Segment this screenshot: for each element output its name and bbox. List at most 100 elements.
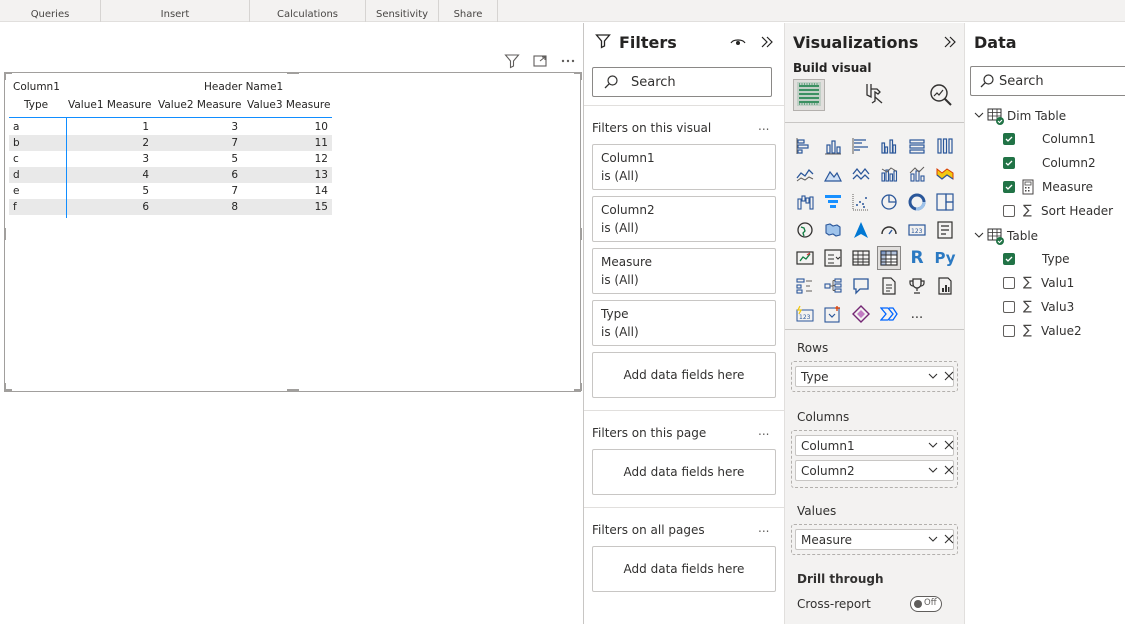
chevron-down-icon[interactable]: [973, 109, 985, 124]
table-row[interactable]: e 5 7 14: [9, 183, 332, 199]
resize-handle[interactable]: [580, 383, 582, 391]
decomposition-tree-icon[interactable]: [821, 274, 845, 298]
field-checkbox[interactable]: [1003, 157, 1015, 169]
stacked-area-chart-icon[interactable]: [849, 162, 873, 186]
chevron-down-icon[interactable]: [927, 533, 939, 548]
add-all-pages-filter-dropzone[interactable]: Add data fields here: [592, 546, 776, 592]
chevron-down-icon[interactable]: [927, 464, 939, 479]
field-pill-column2[interactable]: Column2: [795, 460, 954, 481]
stacked-column-chart-icon[interactable]: [821, 134, 845, 158]
azure-map-icon[interactable]: [849, 218, 873, 242]
pie-chart-icon[interactable]: [877, 190, 901, 214]
area-chart-icon[interactable]: [821, 162, 845, 186]
100-stacked-column-chart-icon[interactable]: [933, 134, 957, 158]
add-page-filter-dropzone[interactable]: Add data fields here: [592, 449, 776, 495]
filters-search-input[interactable]: Search: [592, 67, 772, 97]
clustered-bar-chart-icon[interactable]: [849, 134, 873, 158]
more-visuals-icon[interactable]: ...: [905, 302, 929, 326]
matrix-visual[interactable]: Column1 Header Name1 Type Value1 Measure…: [4, 72, 582, 392]
chevron-down-icon[interactable]: [973, 229, 985, 244]
more-options-icon[interactable]: [559, 52, 577, 70]
filter-card-measure[interactable]: Measure is (All): [592, 248, 776, 294]
matrix-value-header[interactable]: Value1 Measure: [68, 99, 151, 111]
key-influencers-icon[interactable]: [793, 274, 817, 298]
filter-card-type[interactable]: Type is (All): [592, 300, 776, 346]
columns-field-well[interactable]: Column1 Column2: [791, 430, 958, 488]
filter-icon[interactable]: [503, 52, 521, 70]
card-icon[interactable]: 123: [905, 218, 929, 242]
ribbon-group-sensitivity[interactable]: Sensitivity: [366, 0, 439, 22]
ribbon-group-calculations[interactable]: Calculations: [250, 0, 366, 22]
more-options-icon[interactable]: ...: [758, 119, 769, 133]
eye-icon[interactable]: [730, 35, 746, 52]
line-and-stacked-column-chart-icon[interactable]: [877, 162, 901, 186]
ribbon-group-insert[interactable]: Insert: [101, 0, 250, 22]
report-canvas[interactable]: Column1 Header Name1 Type Value1 Measure…: [0, 23, 583, 624]
filter-card-column1[interactable]: Column1 is (All): [592, 144, 776, 190]
scatter-chart-icon[interactable]: [849, 190, 873, 214]
100-stacked-bar-chart-icon[interactable]: [905, 134, 929, 158]
matrix-visual-icon[interactable]: [877, 246, 901, 270]
close-icon[interactable]: [943, 439, 955, 454]
slicer-icon[interactable]: [821, 246, 845, 270]
matrix-corner-header[interactable]: Column1: [13, 81, 60, 93]
power-automate-icon[interactable]: [877, 302, 901, 326]
collapse-pane-icon[interactable]: [759, 34, 775, 53]
multi-row-card-icon[interactable]: [933, 218, 957, 242]
collapse-pane-icon[interactable]: [942, 34, 958, 53]
build-visual-tab[interactable]: [793, 79, 825, 111]
stacked-bar-chart-icon[interactable]: [793, 134, 817, 158]
ribbon-group-share[interactable]: Share: [439, 0, 498, 22]
more-options-icon[interactable]: ...: [758, 521, 769, 535]
resize-handle[interactable]: [4, 228, 6, 240]
format-visual-tab[interactable]: [858, 79, 890, 111]
smart-narrative-icon[interactable]: [877, 274, 901, 298]
rows-field-well[interactable]: Type: [791, 361, 958, 392]
filled-map-icon[interactable]: [821, 218, 845, 242]
line-and-clustered-column-chart-icon[interactable]: [905, 162, 929, 186]
table-visual-icon[interactable]: [849, 246, 873, 270]
table-row[interactable]: c 3 5 12: [9, 151, 332, 167]
field-pill-column1[interactable]: Column1: [795, 435, 954, 456]
field-checkbox[interactable]: [1003, 253, 1015, 265]
line-chart-icon[interactable]: [793, 162, 817, 186]
python-visual-icon[interactable]: Py: [933, 246, 957, 270]
table-row[interactable]: f 6 8 15: [9, 199, 332, 215]
r-script-visual-icon[interactable]: R: [905, 246, 929, 270]
field-pill-type[interactable]: Type: [795, 366, 954, 387]
field-checkbox[interactable]: [1003, 181, 1015, 193]
analytics-tab[interactable]: [924, 79, 956, 111]
filter-card-column2[interactable]: Column2 is (All): [592, 196, 776, 242]
data-search-input[interactable]: Search: [970, 66, 1125, 96]
table-row[interactable]: b 2 7 11: [9, 135, 332, 151]
map-icon[interactable]: [793, 218, 817, 242]
field-checkbox[interactable]: [1003, 325, 1015, 337]
qa-visual-icon[interactable]: [849, 274, 873, 298]
close-icon[interactable]: [943, 464, 955, 479]
values-field-well[interactable]: Measure: [791, 524, 958, 555]
ribbon-chart-icon[interactable]: [933, 162, 957, 186]
clustered-column-chart-icon[interactable]: [877, 134, 901, 158]
matrix-row-header[interactable]: Type: [24, 99, 48, 111]
waterfall-chart-icon[interactable]: [793, 190, 817, 214]
field-checkbox[interactable]: [1003, 133, 1015, 145]
treemap-icon[interactable]: [933, 190, 957, 214]
field-checkbox[interactable]: [1003, 205, 1015, 217]
field-checkbox[interactable]: [1003, 277, 1015, 289]
resize-handle[interactable]: [580, 228, 582, 240]
resize-handle[interactable]: [4, 72, 6, 80]
power-apps-icon[interactable]: [849, 302, 873, 326]
cross-report-toggle[interactable]: Off: [910, 596, 942, 612]
table-row[interactable]: d 4 6 13: [9, 167, 332, 183]
matrix-value-header[interactable]: Value2 Measure: [158, 99, 241, 111]
table-row[interactable]: a 1 3 10: [9, 119, 332, 135]
resize-handle[interactable]: [287, 72, 299, 74]
matrix-value-header[interactable]: Value3 Measure: [247, 99, 330, 111]
donut-chart-icon[interactable]: [905, 190, 929, 214]
more-options-icon[interactable]: ...: [758, 424, 769, 438]
ribbon-group-queries[interactable]: Queries: [0, 0, 101, 22]
add-visual-filter-dropzone[interactable]: Add data fields here: [592, 352, 776, 398]
gauge-icon[interactable]: [877, 218, 901, 242]
matrix-column-header[interactable]: Header Name1: [204, 81, 283, 93]
field-pill-measure[interactable]: Measure: [795, 529, 954, 550]
